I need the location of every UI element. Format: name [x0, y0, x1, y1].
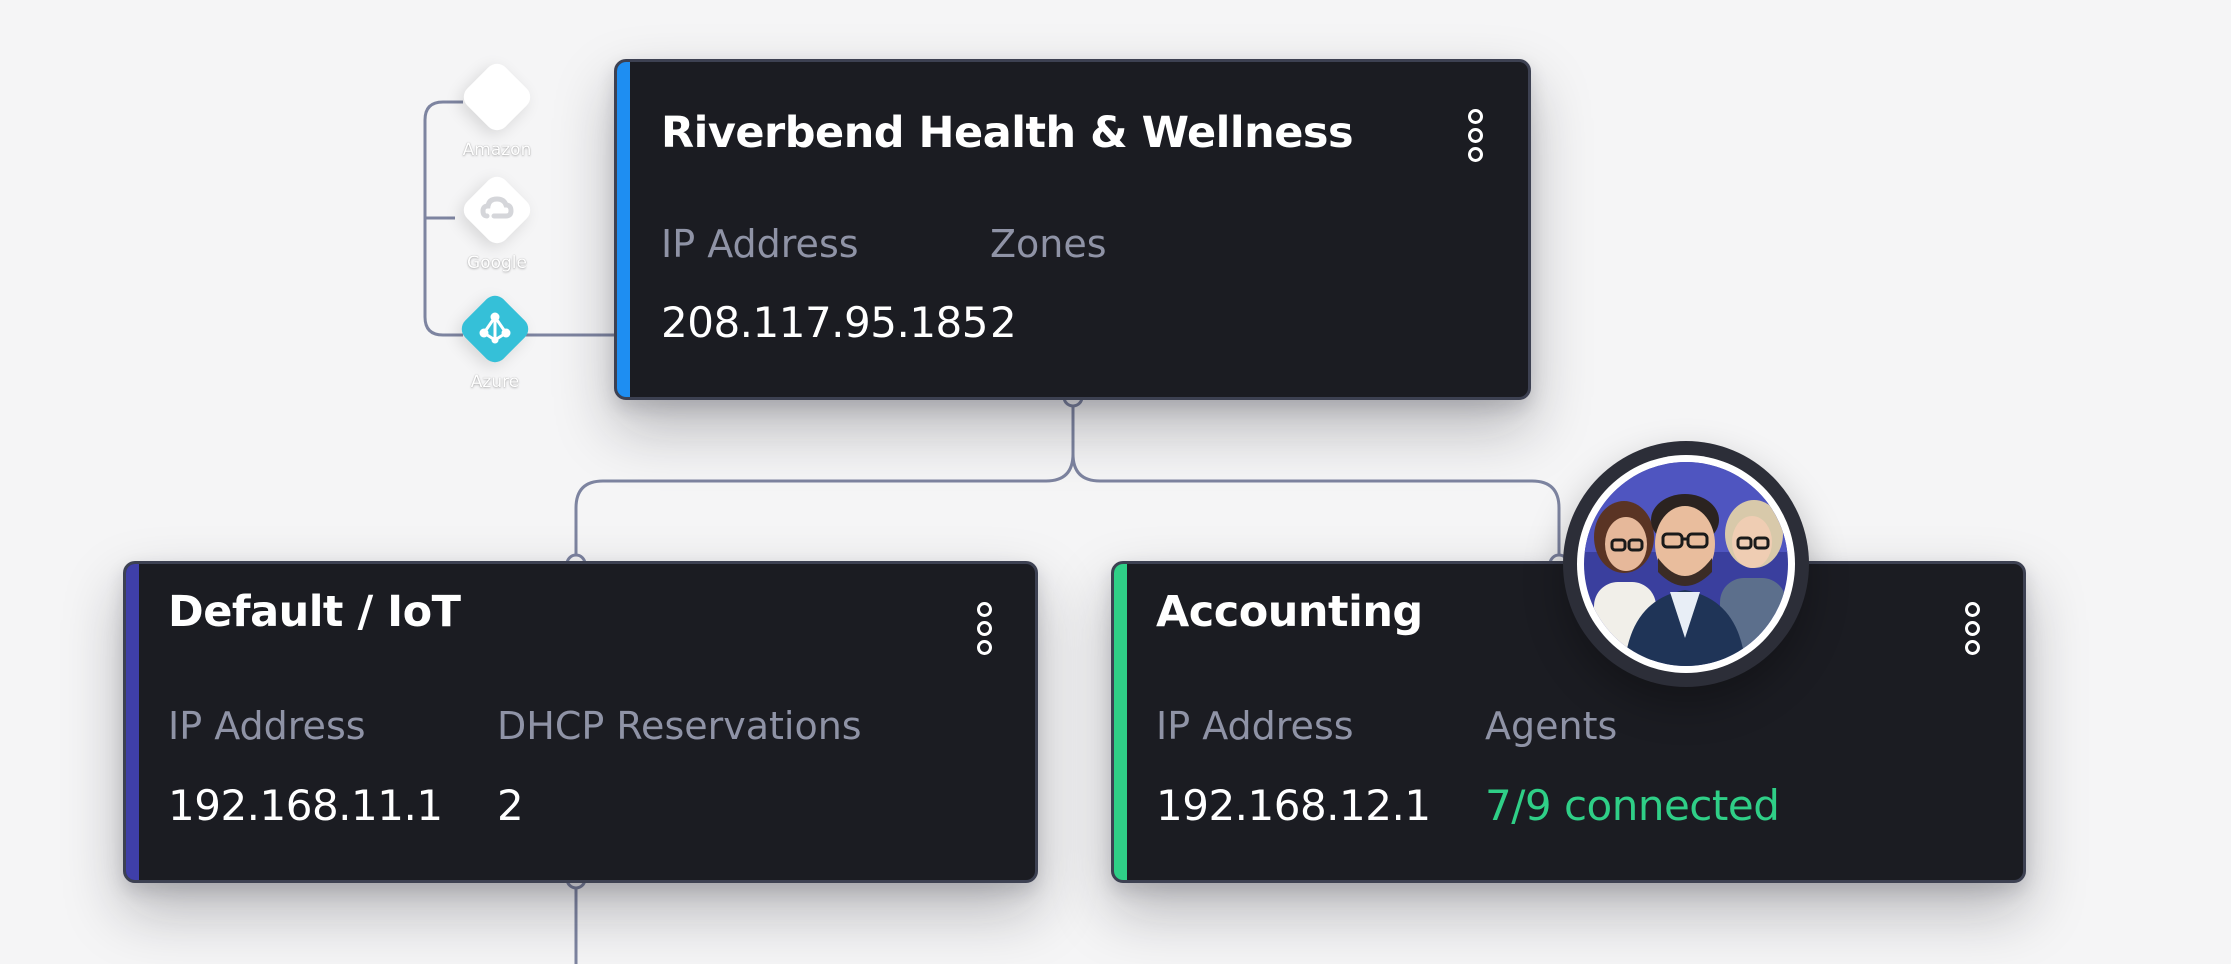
zone-card-default-iot[interactable]: Default / IoT IP Address 192.168.11.1 DH…	[123, 561, 1038, 883]
azure-icon	[456, 290, 534, 368]
field-label-ip: IP Address	[661, 222, 859, 266]
card-title: Default / IoT	[168, 587, 461, 637]
zone-card-accounting[interactable]: Accounting IP Address 192.168.12.1 Agent…	[1111, 561, 2026, 883]
field-label-agents: Agents	[1485, 704, 1618, 748]
card-accent	[126, 564, 139, 880]
provider-amazon[interactable]: Amazon	[445, 58, 549, 160]
more-vertical-icon[interactable]	[1960, 602, 1984, 655]
card-accent	[617, 62, 630, 397]
field-label-ip: IP Address	[1156, 704, 1354, 748]
field-value-ip: 192.168.11.1	[168, 781, 443, 830]
card-title: Riverbend Health & Wellness	[661, 108, 1354, 158]
amazon-icon	[458, 58, 536, 136]
provider-label-google: Google	[467, 253, 527, 273]
field-label-ip: IP Address	[168, 704, 366, 748]
field-value-zones: 2	[990, 298, 1017, 347]
card-accent	[1114, 564, 1127, 880]
provider-azure[interactable]: Azure	[443, 290, 547, 392]
field-value-ip: 208.117.95.185	[661, 298, 989, 347]
field-value-dhcp: 2	[497, 781, 524, 830]
more-vertical-icon[interactable]	[972, 602, 996, 655]
provider-label-azure: Azure	[470, 372, 520, 392]
google-cloud-icon	[458, 171, 536, 249]
agents-connected-status: 7/9 connected	[1485, 781, 1780, 830]
provider-label-amazon: Amazon	[462, 140, 532, 160]
provider-google[interactable]: Google	[445, 171, 549, 273]
card-title: Accounting	[1156, 587, 1423, 637]
network-card-root[interactable]: Riverbend Health & Wellness IP Address 2…	[614, 59, 1531, 400]
more-vertical-icon[interactable]	[1463, 109, 1487, 162]
field-label-zones: Zones	[990, 222, 1107, 266]
group-avatar-icon	[1584, 462, 1788, 666]
field-label-dhcp: DHCP Reservations	[497, 704, 862, 748]
group-avatar[interactable]	[1563, 441, 1809, 687]
field-value-ip: 192.168.12.1	[1156, 781, 1431, 830]
